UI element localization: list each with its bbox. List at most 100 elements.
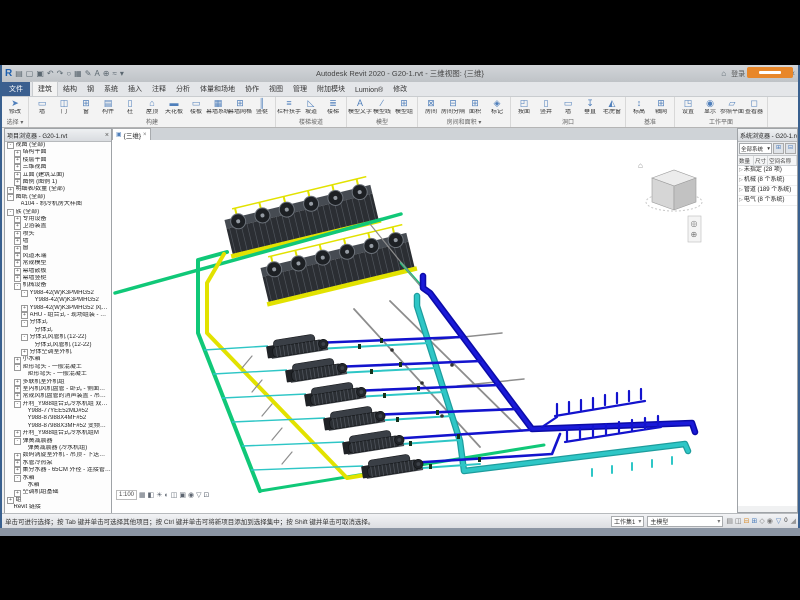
ribbon-button-门[interactable]: ◫门 [53, 98, 75, 115]
tree-item[interactable]: Y988-77YEE52MD#52 [5, 408, 111, 415]
tree-item[interactable]: 弹簧减震器 (冷水机组) [5, 445, 111, 452]
text-icon[interactable]: A [94, 70, 99, 78]
system-row[interactable]: ▷电气 (8 个系统) [738, 196, 797, 206]
tree-item[interactable]: +水管冷热泵 [5, 460, 111, 467]
column-header[interactable]: 尺寸 [754, 156, 768, 165]
tree-item[interactable]: -矩形弯头 - 一般混凝土 [5, 364, 111, 371]
expand-icon[interactable]: + [7, 497, 14, 504]
background-process-icon[interactable]: ◇ [759, 517, 764, 526]
collapse-icon[interactable]: - [14, 283, 21, 290]
view-tab-3d[interactable]: ▣ {三维} × [112, 128, 151, 140]
ribbon-button-柱[interactable]: ▯柱 [119, 98, 141, 115]
ribbon-tab-系统[interactable]: 系统 [99, 82, 123, 96]
expand-triangle-icon[interactable]: ▷ [739, 176, 743, 185]
ribbon-button-面积[interactable]: ⊞面积 [464, 98, 486, 115]
ribbon-button-栏杆扶手[interactable]: ≡栏杆扶手 [278, 98, 300, 115]
expand-icon[interactable]: + [14, 238, 21, 245]
ribbon-button-老虎窗[interactable]: ◭老虎窗 [601, 98, 623, 115]
cooling-tower-bank-1[interactable] [220, 176, 380, 257]
ribbon-tab-文件[interactable]: 文件 [2, 82, 30, 96]
expand-icon[interactable]: + [14, 490, 21, 497]
ribbon-button-楼梯[interactable]: ≣楼梯 [322, 98, 344, 115]
system-row[interactable]: ▷未指定 (28 项) [738, 166, 797, 176]
ribbon-button-模型文字[interactable]: A模型文字 [349, 98, 371, 115]
customize-icon[interactable]: ▾ [120, 70, 124, 78]
ribbon-tab-Lumion®[interactable]: Lumion® [350, 85, 388, 96]
tree-item[interactable]: +楼层平面 [5, 157, 111, 164]
signin-button[interactable]: 登录 [731, 69, 745, 79]
collapse-icon[interactable]: - [21, 320, 28, 327]
expand-icon[interactable]: + [14, 275, 21, 282]
measure-icon[interactable]: ▦ [74, 70, 82, 78]
ribbon-button-竖梃[interactable]: ║竖梃 [251, 98, 273, 115]
ribbon-tab-分析[interactable]: 分析 [171, 82, 195, 96]
tree-item[interactable]: +喷头 [5, 231, 111, 238]
ribbon-button-标记[interactable]: ◈标记 [486, 98, 508, 115]
tree-item[interactable]: A104 - 制冷机房大样图 [5, 201, 111, 208]
expand-icon[interactable]: + [14, 172, 21, 179]
system-filter-dropdown[interactable]: 全部系统▾ [739, 143, 772, 154]
ribbon-button-查看器[interactable]: ◻查看器 [743, 98, 765, 115]
tree-item[interactable]: +墙 [5, 238, 111, 245]
tree-item[interactable]: +常规模型 [5, 260, 111, 267]
tree-item[interactable]: +三维视图 [5, 164, 111, 171]
tree-item[interactable]: +小水箱 [5, 356, 111, 363]
ribbon-tab-注释[interactable]: 注释 [147, 82, 171, 96]
expand-triangle-icon[interactable]: ▷ [739, 186, 743, 195]
3d-view-icon[interactable]: ⊕ [103, 70, 110, 78]
ribbon-button-模型线[interactable]: ∕模型线 [371, 98, 393, 115]
expand-triangle-icon[interactable]: ▷ [739, 196, 743, 205]
tree-item[interactable]: +多联机室外机组 [5, 379, 111, 386]
exclude-options-icon[interactable]: ⊟ [744, 517, 750, 526]
ribbon-button-墙[interactable]: ▭墙 [31, 98, 53, 115]
ribbon-button-构件[interactable]: ▤构件 [97, 98, 119, 115]
tree-item[interactable]: -Y988-42(W)K3PMHG52 [5, 290, 111, 297]
section-icon[interactable]: ≈ [112, 70, 116, 78]
resize-grip[interactable]: ◢ [791, 517, 796, 526]
tree-item[interactable]: Revit 链接 [5, 504, 111, 511]
tree-item[interactable]: 水箱 [5, 482, 111, 489]
tree-item[interactable]: -水箱 [5, 475, 111, 482]
ribbon-button-按面[interactable]: ◰按面 [513, 98, 535, 115]
tree-item[interactable]: +立面 (建筑立面) [5, 172, 111, 179]
tree-item[interactable]: +分体空调室外机 [5, 349, 111, 356]
ribbon-button-窗[interactable]: ⊞窗 [75, 98, 97, 115]
ribbon-button-幕墙系统[interactable]: ▦幕墙系统 [207, 98, 229, 115]
expand-icon[interactable]: + [14, 357, 21, 364]
tree-item[interactable]: +幕墙竖梃 [5, 275, 111, 282]
ribbon-button-模型组[interactable]: ⊞模型组 [393, 98, 415, 115]
undo-icon[interactable]: ↶ [47, 70, 54, 78]
sun-path-icon[interactable]: ☀ [156, 491, 162, 500]
expand-icon[interactable]: + [14, 223, 21, 230]
ribbon-tab-视图[interactable]: 视图 [264, 82, 288, 96]
ribbon-button-屋顶[interactable]: ⌂屋顶 [141, 98, 163, 115]
shadows-icon[interactable]: ◐ [165, 491, 169, 500]
tree-item[interactable]: +集分水器 - 65CM 外径 - 连接管 - 100-175-CN [5, 467, 111, 474]
tree-item[interactable]: +Y988-42(W)K3PMHG52 风冷模块 [5, 305, 111, 312]
detail-level-icon[interactable]: ▦ [139, 491, 146, 500]
navigation-bar[interactable]: ◎ ⊕ [688, 216, 701, 242]
design-options-icon[interactable]: ◫ [735, 517, 742, 526]
ribbon-tab-附加模块[interactable]: 附加模块 [312, 82, 350, 96]
tree-item[interactable]: +幕墙嵌板 [5, 268, 111, 275]
tree-item[interactable]: Y988-42(W)K3PMHG52 [5, 297, 111, 304]
collapse-icon[interactable]: - [14, 401, 21, 408]
collapse-icon[interactable]: - [7, 142, 14, 149]
collapse-icon[interactable]: - [7, 209, 14, 216]
ribbon-tab-插入[interactable]: 插入 [123, 82, 147, 96]
chiller-units[interactable] [265, 332, 424, 479]
worksharing-icon[interactable]: ▤ [726, 517, 733, 526]
expand-icon[interactable]: + [14, 157, 21, 164]
tree-item[interactable]: +窗 [5, 245, 111, 252]
expand-icon[interactable]: + [14, 386, 21, 393]
collapse-icon[interactable]: - [7, 194, 14, 201]
search-icon[interactable]: ⌂ [721, 70, 726, 78]
tree-item[interactable]: +空调机组基础 [5, 489, 111, 496]
ribbon-button-标高[interactable]: ↕标高 [628, 98, 650, 115]
revit-logo-icon[interactable]: R [5, 68, 12, 79]
expand-icon[interactable]: + [14, 150, 21, 157]
ribbon-button-房间[interactable]: ⊠房间 [420, 98, 442, 115]
ribbon-button-显示[interactable]: ◉显示 [699, 98, 721, 115]
viewcube[interactable]: ⌂ [638, 161, 702, 211]
ribbon-button-坡道[interactable]: ◺坡道 [300, 98, 322, 115]
